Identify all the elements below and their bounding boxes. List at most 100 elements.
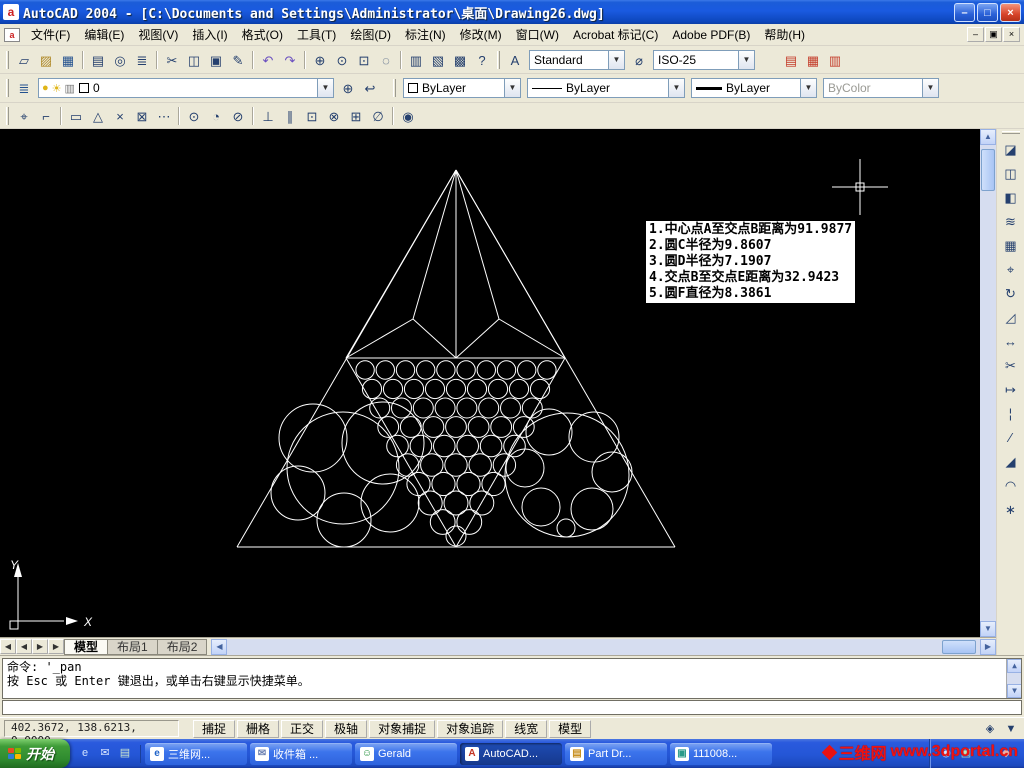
canvas-horizontal-scrollbar[interactable]: ◀ ▶: [211, 638, 996, 655]
save-icon[interactable]: ▦: [57, 48, 79, 71]
scroll-down-icon[interactable]: ▼: [1007, 684, 1021, 698]
close-button[interactable]: ×: [1000, 2, 1021, 22]
snap-tangent-icon[interactable]: ⊘: [227, 104, 249, 127]
scroll-down-icon[interactable]: ▼: [980, 621, 996, 637]
tab-last-icon[interactable]: ▶: [48, 639, 64, 654]
plot-icon[interactable]: ▤: [87, 48, 109, 71]
snap-extension-icon[interactable]: ⋯: [153, 104, 175, 127]
snap-nearest-icon[interactable]: ⊞: [345, 104, 367, 127]
scroll-left-icon[interactable]: ◀: [211, 638, 228, 655]
show-desktop-icon[interactable]: ▤: [116, 745, 134, 763]
mirror-icon[interactable]: ◧: [999, 186, 1022, 208]
outlook-quick-icon[interactable]: ✉: [96, 745, 114, 763]
chevron-down-icon[interactable]: ▼: [608, 50, 624, 69]
snap-node-icon[interactable]: ⊗: [323, 104, 345, 127]
status-toggle-button[interactable]: 对象追踪: [437, 719, 504, 738]
status-toggle-button[interactable]: 捕捉: [193, 719, 236, 738]
taskbar-task-button[interactable]: ▣ 111008...: [670, 742, 772, 765]
menu-tools[interactable]: 工具(T): [290, 25, 343, 45]
chevron-down-icon[interactable]: ▼: [668, 79, 684, 97]
cut-icon[interactable]: ✂: [161, 48, 183, 71]
start-button[interactable]: 开始: [0, 739, 70, 768]
menu-modify[interactable]: 修改(M): [453, 25, 509, 45]
paste-icon[interactable]: ▣: [205, 48, 227, 71]
copy-icon[interactable]: ◫: [183, 48, 205, 71]
osnap-settings-icon[interactable]: ◉: [397, 104, 419, 127]
menu-dimension[interactable]: 标注(N): [398, 25, 453, 45]
drawing-canvas[interactable]: Y X 1.中心点A至交点B距离为91.9877 2.圆C半径为9.8607 3…: [0, 129, 980, 637]
zoom-window-icon[interactable]: ⊡: [353, 48, 375, 71]
open-icon[interactable]: ▨: [35, 48, 57, 71]
restore-button[interactable]: □: [977, 2, 998, 22]
copy-object-icon[interactable]: ◫: [999, 162, 1022, 184]
layer-previous-icon[interactable]: ↩: [359, 77, 381, 99]
tab-first-icon[interactable]: ◀: [0, 639, 16, 654]
menu-draw[interactable]: 绘图(D): [343, 25, 398, 45]
toolbar-grip[interactable]: [393, 79, 396, 97]
communication-center-icon[interactable]: ◈: [981, 719, 999, 738]
toolbar-grip[interactable]: [497, 50, 500, 69]
snap-midpoint-icon[interactable]: △: [87, 104, 109, 127]
acrobat-comment-icon[interactable]: ▤: [780, 48, 802, 71]
command-input[interactable]: [2, 700, 1022, 715]
menu-acrobat-markup[interactable]: Acrobat 标记(C): [566, 25, 665, 45]
mdi-close-button[interactable]: ×: [1003, 27, 1020, 42]
tab-layout1[interactable]: 布局1: [108, 638, 158, 655]
extend-icon[interactable]: ↦: [999, 378, 1022, 400]
temp-track-point-icon[interactable]: ⌖: [13, 104, 35, 127]
pdf-review-icon[interactable]: ▥: [824, 48, 846, 71]
status-toggle-button[interactable]: 正交: [281, 719, 324, 738]
snap-parallel-icon[interactable]: ∥: [279, 104, 301, 127]
fillet-icon[interactable]: ◠: [999, 474, 1022, 496]
menu-file[interactable]: 文件(F): [24, 25, 77, 45]
vertical-scroll-thumb[interactable]: [981, 149, 995, 191]
mdi-minimize-button[interactable]: –: [967, 27, 984, 42]
scale-icon[interactable]: ◿: [999, 306, 1022, 328]
layer-thaw-sun-icon[interactable]: ☀: [52, 82, 62, 95]
help-icon[interactable]: ?: [471, 48, 493, 71]
chevron-down-icon[interactable]: ▼: [738, 50, 754, 69]
taskbar-task-button[interactable]: A AutoCAD...: [460, 742, 562, 765]
dim-style-manager-icon[interactable]: ⌀: [628, 48, 650, 71]
snap-from-icon[interactable]: ⌐: [35, 104, 57, 127]
erase-icon[interactable]: ◪: [999, 138, 1022, 160]
zoom-realtime-icon[interactable]: ⊙: [331, 48, 353, 71]
command-scrollbar[interactable]: ▲ ▼: [1006, 659, 1021, 698]
minimize-button[interactable]: –: [954, 2, 975, 22]
snap-none-icon[interactable]: ∅: [367, 104, 389, 127]
adobe-pdf-icon[interactable]: ▦: [802, 48, 824, 71]
layer-lock-icon[interactable]: ▥: [65, 82, 75, 95]
undo-icon[interactable]: ↶: [257, 48, 279, 71]
canvas-vertical-scrollbar[interactable]: ▲ ▼: [980, 129, 996, 637]
qnew-icon[interactable]: ▱: [13, 48, 35, 71]
snap-center-icon[interactable]: ⊙: [183, 104, 205, 127]
pan-icon[interactable]: ⊕: [309, 48, 331, 71]
horizontal-scroll-thumb[interactable]: [942, 639, 976, 654]
taskbar-task-button[interactable]: ☺ Gerald: [355, 742, 457, 765]
lineweight-combo[interactable]: ByLayer ▼: [691, 78, 817, 98]
redo-icon[interactable]: ↷: [279, 48, 301, 71]
taskbar-task-button[interactable]: e 三维网...: [145, 742, 247, 765]
snap-quadrant-icon[interactable]: ◔: [205, 104, 227, 127]
status-toggle-button[interactable]: 线宽: [505, 719, 548, 738]
text-style-manager-icon[interactable]: A: [504, 48, 526, 71]
snap-insert-icon[interactable]: ⊡: [301, 104, 323, 127]
snap-apparent-intersection-icon[interactable]: ⊠: [131, 104, 153, 127]
status-toggle-button[interactable]: 极轴: [325, 719, 368, 738]
make-object-layer-current-icon[interactable]: ⊕: [337, 77, 359, 99]
coordinates-display[interactable]: 402.3672, 138.6213, 0.0000: [4, 720, 179, 747]
toolbar-grip[interactable]: [6, 50, 9, 69]
scroll-right-icon[interactable]: ▶: [980, 638, 996, 655]
tab-model[interactable]: 模型: [64, 638, 109, 655]
properties-icon[interactable]: ▥: [405, 48, 427, 71]
tab-prev-icon[interactable]: ◀: [16, 639, 32, 654]
publish-icon[interactable]: ≣: [131, 48, 153, 71]
toolbar-grip[interactable]: [1001, 131, 1020, 134]
status-toggle-button[interactable]: 栅格: [237, 719, 280, 738]
dim-style-combo[interactable]: ISO-25 ▼: [653, 49, 755, 70]
explode-icon[interactable]: ∗: [999, 498, 1022, 520]
plot-preview-icon[interactable]: ◎: [109, 48, 131, 71]
toolbar-grip[interactable]: [6, 79, 9, 97]
linetype-combo[interactable]: ByLayer ▼: [527, 78, 685, 98]
ie-quick-icon[interactable]: e: [76, 745, 94, 763]
